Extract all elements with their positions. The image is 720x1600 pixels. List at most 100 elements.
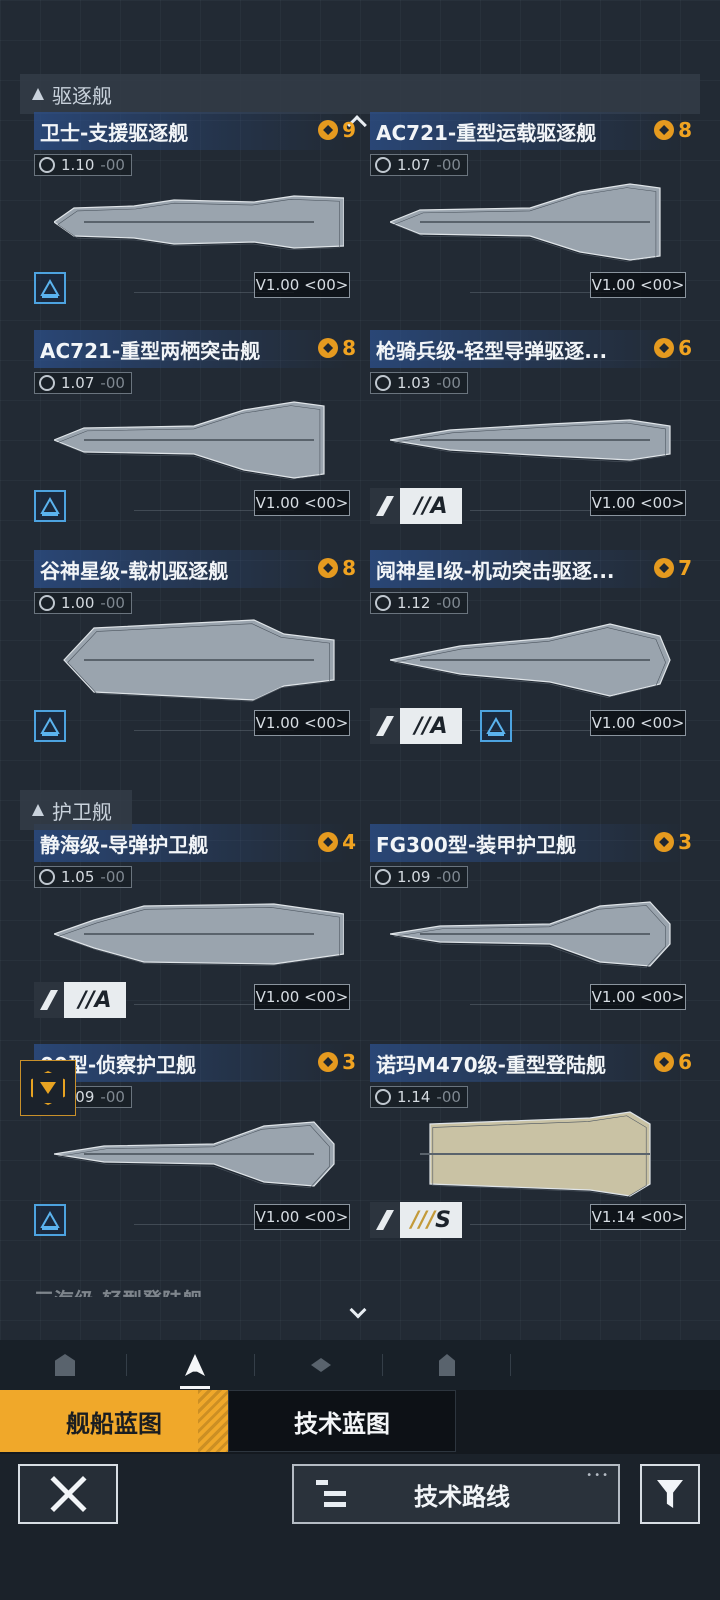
scroll-down-icon[interactable] — [349, 1301, 367, 1319]
tech-route-label: 技术路线 — [414, 1482, 510, 1511]
ship-name: 阋神星I级-机动突击驱逐... — [376, 558, 615, 583]
section-title: 护卫舰 — [52, 799, 112, 824]
rank-value: 9 — [342, 118, 356, 142]
divider — [510, 1354, 511, 1376]
ship-name: 静海级-导弹护卫舰 — [40, 832, 209, 857]
tab-base[interactable] — [50, 1350, 80, 1380]
missile-icon — [375, 375, 391, 391]
rank-icon — [318, 1052, 339, 1072]
ship-image — [390, 183, 661, 262]
rank-icon — [318, 832, 339, 852]
tab-layers[interactable] — [306, 1350, 336, 1380]
ship-card[interactable]: 诺玛M470级-重型登陆舰 6 1.14 -00///S V1.14 <00> — [370, 1044, 692, 1256]
base-icon — [55, 1354, 75, 1376]
ship-name: AC721-重型两栖突击舰 — [40, 338, 261, 363]
globe-icon — [39, 375, 55, 391]
section-title: 驱逐舰 — [52, 83, 112, 108]
rank-value: 3 — [678, 830, 692, 854]
collapse-icon — [32, 804, 44, 816]
tab-ship-blueprint[interactable]: 舰船蓝图 — [0, 1390, 228, 1452]
ship-image — [390, 419, 671, 463]
ship-image — [54, 1121, 335, 1188]
collapse-icon — [32, 88, 44, 100]
card-title-bar: AC721-重型两栖突击舰 — [34, 330, 350, 368]
gear-globe-icon — [39, 595, 55, 611]
section-header-frigate[interactable]: 护卫舰 — [20, 790, 132, 830]
rank-icon — [654, 120, 675, 140]
ship-image — [63, 619, 335, 702]
ship-card[interactable]: FG300型-装甲护卫舰 3 1.09 -00 V1.00 <00> — [370, 824, 692, 1036]
rank-value: 8 — [342, 556, 356, 580]
scout-trait-icon[interactable] — [34, 1204, 66, 1236]
gear-globe-icon — [39, 869, 55, 885]
rank-badge: 3 — [318, 1050, 356, 1074]
gear-globe-icon — [375, 595, 391, 611]
version-label: V1.00 <00> — [254, 1204, 350, 1230]
ship-card[interactable]: 卫士-支援驱逐舰 9 1.10 -00 V1.00 <00> — [34, 112, 356, 324]
grade-text: //A — [414, 493, 448, 519]
grade-arrow-icon — [34, 982, 64, 1018]
section-header-destroyer[interactable]: 驱逐舰 — [20, 74, 700, 114]
card-title-bar: AC721-重型运载驱逐舰 — [370, 112, 686, 150]
ship-card[interactable]: 静海级-导弹护卫舰 4 1.05 -00//A V1.00 <00> — [34, 824, 356, 1036]
tech-route-button[interactable]: 技术路线 ••• — [292, 1464, 620, 1524]
version-label: V1.00 <00> — [254, 272, 350, 298]
rank-icon — [318, 120, 339, 140]
ship-name: AC721-重型运载驱逐舰 — [376, 120, 597, 145]
rank-badge: 8 — [654, 118, 692, 142]
rank-icon — [654, 1052, 675, 1072]
rank-icon — [318, 558, 339, 578]
rank-icon — [654, 558, 675, 578]
rank-badge: 9 — [318, 118, 356, 142]
rank-badge: 6 — [654, 336, 692, 360]
ship-image — [54, 401, 325, 480]
filter-icon — [657, 1480, 683, 1508]
ship-card[interactable]: 阋神星I级-机动突击驱逐... 7 1.12 -00//A V1.00 <00> — [370, 550, 692, 762]
rank-badge: 6 — [654, 1050, 692, 1074]
grade-text: //A — [414, 713, 448, 739]
tab-tech-blueprint[interactable]: 技术蓝图 — [228, 1390, 456, 1452]
assault-trait-icon[interactable] — [480, 710, 512, 742]
favorite-filter-button[interactable] — [20, 1060, 76, 1116]
landing-trait-icon[interactable] — [34, 490, 66, 522]
tab-ships[interactable] — [180, 1350, 210, 1380]
rank-value: 3 — [342, 1050, 356, 1074]
globe-icon — [375, 157, 391, 173]
grade-badge: //A — [370, 708, 462, 744]
ship-card[interactable]: AC721-重型两栖突击舰 8 1.07 -00 V1.00 <00> — [34, 330, 356, 542]
divider — [382, 1354, 383, 1376]
ship-name: 诺玛M470级-重型登陆舰 — [376, 1052, 606, 1077]
grade-text: //A — [78, 987, 112, 1013]
rank-icon — [654, 338, 675, 358]
tab-tower[interactable] — [432, 1350, 462, 1380]
partial-card-name[interactable]: 三海级-轻型登陆舰 — [34, 1284, 202, 1297]
ship-image — [420, 1111, 651, 1198]
ship-card[interactable]: AC721-重型运载驱逐舰 8 1.07 -00 V1.00 <00> — [370, 112, 692, 324]
ship-image — [390, 623, 671, 698]
active-tab-indicator — [180, 1386, 210, 1389]
version-label: V1.00 <00> — [590, 490, 686, 516]
tab-label: 舰船蓝图 — [66, 1409, 162, 1438]
card-title-bar: FG300型-装甲护卫舰 — [370, 824, 686, 862]
ship-card[interactable]: 枪骑兵级-轻型导弹驱逐... 6 1.03 -00//A V1.00 <00> — [370, 330, 692, 542]
ship-image — [54, 903, 344, 966]
carrier-trait-icon[interactable] — [34, 710, 66, 742]
rank-value: 4 — [342, 830, 356, 854]
close-button[interactable] — [18, 1464, 118, 1524]
card-title-bar: 00型-侦察护卫舰 — [34, 1044, 350, 1082]
blueprint-list[interactable]: 驱逐舰 卫士-支援驱逐舰 9 1.10 -00 V1.00 <00> AC721-重型运载… — [0, 0, 720, 1340]
grade-arrow-icon — [370, 1202, 400, 1238]
support-trait-icon[interactable] — [34, 272, 66, 304]
grade-badge: //A — [370, 488, 462, 524]
rank-value: 7 — [678, 556, 692, 580]
ship-card[interactable]: 谷神星级-载机驱逐舰 8 1.00 -00 V1.00 <00> — [34, 550, 356, 762]
rank-badge: 3 — [654, 830, 692, 854]
grade-badge: //A — [34, 982, 126, 1018]
filter-button[interactable] — [640, 1464, 700, 1524]
version-label: V1.00 <00> — [590, 272, 686, 298]
dots-decoration: ••• — [586, 1470, 610, 1481]
ship-card[interactable]: 00型-侦察护卫舰 3 1.09 -00 V1.00 <00> — [34, 1044, 356, 1256]
version-label: V1.00 <00> — [590, 984, 686, 1010]
bottom-bar: 技术路线 ••• — [0, 1454, 720, 1600]
rank-value: 8 — [678, 118, 692, 142]
